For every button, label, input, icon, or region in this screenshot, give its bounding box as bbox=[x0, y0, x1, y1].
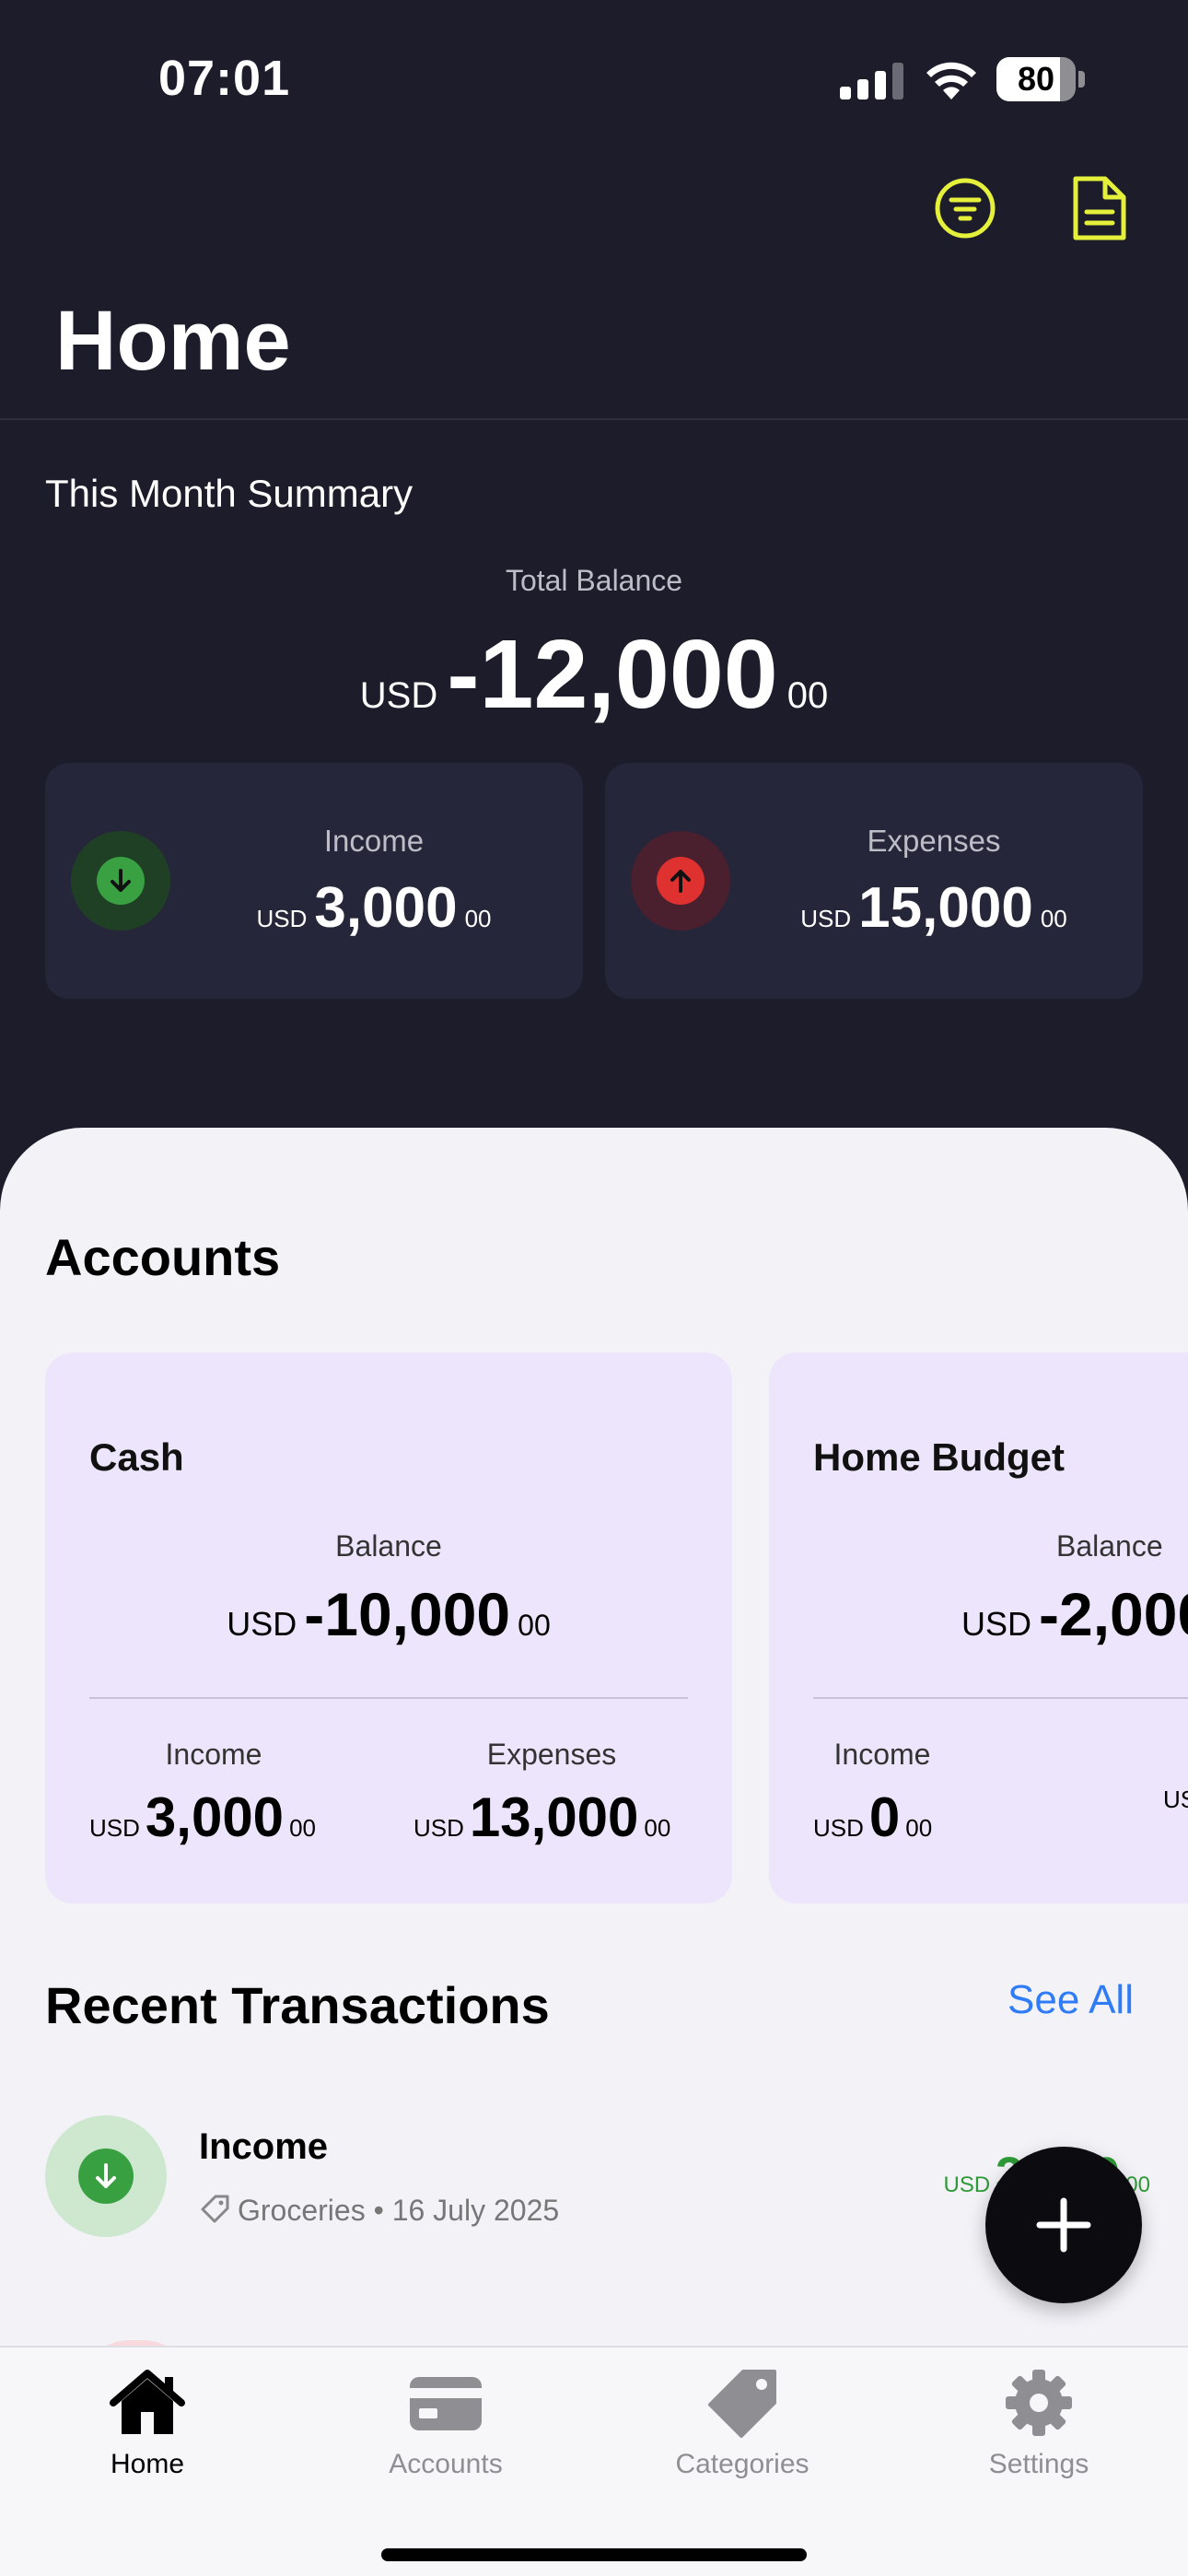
transaction-meta: Groceries • 16 July 2025 bbox=[199, 2193, 559, 2228]
amount-value: -12,000 bbox=[447, 620, 778, 729]
amount-value: 3,000 bbox=[314, 876, 458, 940]
amount-cents: 00 bbox=[464, 905, 492, 932]
header-divider bbox=[0, 418, 1188, 420]
currency-code: USD bbox=[813, 1814, 864, 1842]
transaction-category: Groceries bbox=[238, 2194, 366, 2227]
income-arrow-icon bbox=[45, 2115, 167, 2237]
balance-label: Balance bbox=[1056, 1529, 1163, 1563]
currency-code: USD bbox=[256, 905, 308, 932]
status-time: 07:01 bbox=[158, 51, 291, 106]
see-all-link[interactable]: See All bbox=[1007, 1977, 1134, 2023]
account-income-amount: USD 3,000 00 bbox=[89, 1786, 316, 1849]
plus-icon bbox=[1036, 2197, 1091, 2253]
account-balance: USD-2,00000 bbox=[961, 1579, 1188, 1649]
filter-icon[interactable] bbox=[928, 171, 1002, 245]
divider bbox=[89, 1697, 688, 1699]
account-card-cash[interactable]: Cash Balance USD -10,000 00 Income Expense… bbox=[45, 1352, 732, 1903]
amount-cents: 00 bbox=[289, 1814, 316, 1842]
tab-label: Categories bbox=[675, 2449, 809, 2479]
divider bbox=[813, 1697, 1188, 1699]
amount-value: -10,000 bbox=[304, 1580, 511, 1648]
account-income-amount: USD 0 00 bbox=[813, 1786, 932, 1849]
income-summary-card[interactable]: Income USD 3,000 00 bbox=[45, 763, 583, 999]
page-title: Home bbox=[55, 294, 291, 388]
transaction-title: Income bbox=[199, 2126, 329, 2167]
income-label: Income bbox=[165, 1738, 262, 1771]
summary-title: This Month Summary bbox=[45, 472, 413, 515]
battery-indicator: 80 bbox=[996, 57, 1085, 101]
transaction-row[interactable]: Income Groceries • 16 July 2025 USD3,000… bbox=[45, 2115, 1150, 2244]
balance-label: Balance bbox=[335, 1529, 442, 1563]
expenses-summary-card[interactable]: Expenses USD 15,000 00 bbox=[605, 763, 1143, 999]
currency-code: USD bbox=[800, 905, 852, 932]
accounts-section-title: Accounts bbox=[45, 1228, 281, 1286]
card-icon bbox=[410, 2377, 482, 2430]
expenses-amount: USD 15,000 00 bbox=[725, 875, 1143, 941]
expense-arrow-icon bbox=[631, 831, 730, 931]
amount-value: -2,000 bbox=[1039, 1580, 1188, 1648]
wifi-icon bbox=[926, 62, 976, 100]
tab-label: Home bbox=[110, 2449, 185, 2479]
amount-cents: 00 bbox=[644, 1814, 671, 1842]
tab-bar: Home Accounts Categories Settings bbox=[0, 2346, 1188, 2576]
battery-percent: 80 bbox=[1017, 60, 1055, 98]
currency-code: USD bbox=[359, 675, 438, 716]
currency-code: USD bbox=[961, 1605, 1032, 1643]
amount-value: 13,000 bbox=[469, 1786, 639, 1848]
account-name: Cash bbox=[89, 1435, 184, 1479]
expenses-label: Expenses bbox=[867, 824, 1001, 858]
account-name: Home Budget bbox=[813, 1435, 1065, 1479]
status-bar: 07:01 80 bbox=[0, 0, 1188, 157]
tab-label: Settings bbox=[988, 2449, 1089, 2479]
amount-value: 15,000 bbox=[858, 876, 1033, 940]
meta-separator: • bbox=[373, 2194, 384, 2227]
income-amount: USD 3,000 00 bbox=[165, 875, 583, 941]
total-balance-label: Total Balance bbox=[505, 564, 683, 597]
tab-settings[interactable]: Settings bbox=[910, 2368, 1168, 2515]
tab-categories[interactable]: Categories bbox=[613, 2368, 871, 2515]
home-indicator bbox=[381, 2548, 807, 2561]
account-expenses-amount: USD bbox=[1163, 1786, 1188, 1814]
total-balance-amount: USD-12,000 00 bbox=[0, 619, 1188, 731]
house-icon bbox=[110, 2370, 185, 2434]
recent-transactions-title: Recent Transactions bbox=[45, 1976, 550, 2034]
amount-cents: 00 bbox=[518, 1609, 551, 1642]
cellular-signal-icon bbox=[840, 63, 903, 100]
account-balance: USD -10,000 00 bbox=[45, 1579, 732, 1649]
tab-label: Accounts bbox=[389, 2449, 503, 2479]
currency-code: USD bbox=[227, 1605, 297, 1643]
amount-value: 3,000 bbox=[145, 1786, 285, 1848]
gear-icon bbox=[1006, 2370, 1072, 2436]
amount-cents: 00 bbox=[1040, 905, 1067, 932]
currency-code: USD bbox=[1163, 1786, 1188, 1813]
currency-code: USD bbox=[89, 1814, 140, 1842]
add-transaction-button[interactable] bbox=[985, 2147, 1142, 2303]
currency-code: USD bbox=[413, 1814, 464, 1842]
amount-value: 0 bbox=[868, 1786, 901, 1848]
account-expenses-amount: USD 13,000 00 bbox=[413, 1786, 670, 1849]
document-icon[interactable] bbox=[1063, 171, 1136, 245]
amount-cents: 00 bbox=[786, 675, 829, 716]
tag-icon bbox=[201, 2195, 229, 2223]
currency-code: USD bbox=[943, 2172, 991, 2197]
account-card-home-budget[interactable]: Home Budget Balance USD-2,00000 Income U… bbox=[769, 1352, 1188, 1903]
transaction-date: 16 July 2025 bbox=[391, 2194, 560, 2227]
tab-accounts[interactable]: Accounts bbox=[317, 2368, 575, 2515]
tag-icon bbox=[708, 2370, 776, 2438]
amount-cents: 00 bbox=[905, 1814, 933, 1842]
tab-home[interactable]: Home bbox=[18, 2368, 276, 2515]
income-arrow-icon bbox=[71, 831, 170, 931]
income-label: Income bbox=[323, 824, 425, 858]
income-label: Income bbox=[833, 1738, 931, 1771]
expenses-label: Expenses bbox=[486, 1738, 617, 1771]
